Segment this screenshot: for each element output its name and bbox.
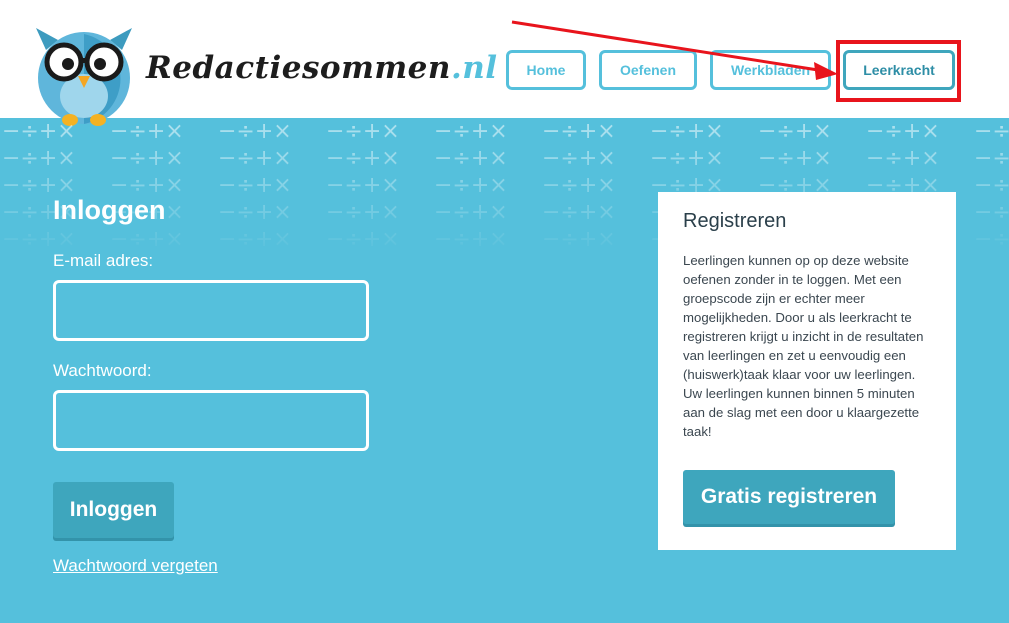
- email-input[interactable]: [53, 280, 369, 341]
- nav-home-button[interactable]: Home: [506, 50, 586, 90]
- nav-oefenen-button[interactable]: Oefenen: [599, 50, 697, 90]
- password-input[interactable]: [53, 390, 369, 451]
- site-logo-text[interactable]: Redactiesommen.nl: [146, 50, 498, 86]
- annotation-highlight-box: [836, 40, 961, 102]
- nav-werkbladen-button[interactable]: Werkbladen: [710, 50, 831, 90]
- forgot-password-link[interactable]: Wachtwoord vergeten: [53, 556, 218, 576]
- register-description: Leerlingen kunnen op op deze website oef…: [683, 253, 924, 439]
- register-title: Registreren: [683, 210, 787, 232]
- email-label: E-mail adres:: [53, 251, 154, 270]
- owl-mascot-logo-icon[interactable]: [28, 20, 140, 128]
- free-register-button[interactable]: Gratis registreren: [683, 470, 895, 524]
- login-title: Inloggen: [53, 195, 166, 225]
- login-submit-button[interactable]: Inloggen: [53, 482, 174, 538]
- register-card: Registreren Leerlingen kunnen op op deze…: [658, 192, 956, 550]
- logo-tld: .nl: [450, 50, 498, 86]
- password-label: Wachtwoord:: [53, 361, 152, 380]
- logo-name: Redactiesommen: [146, 50, 451, 86]
